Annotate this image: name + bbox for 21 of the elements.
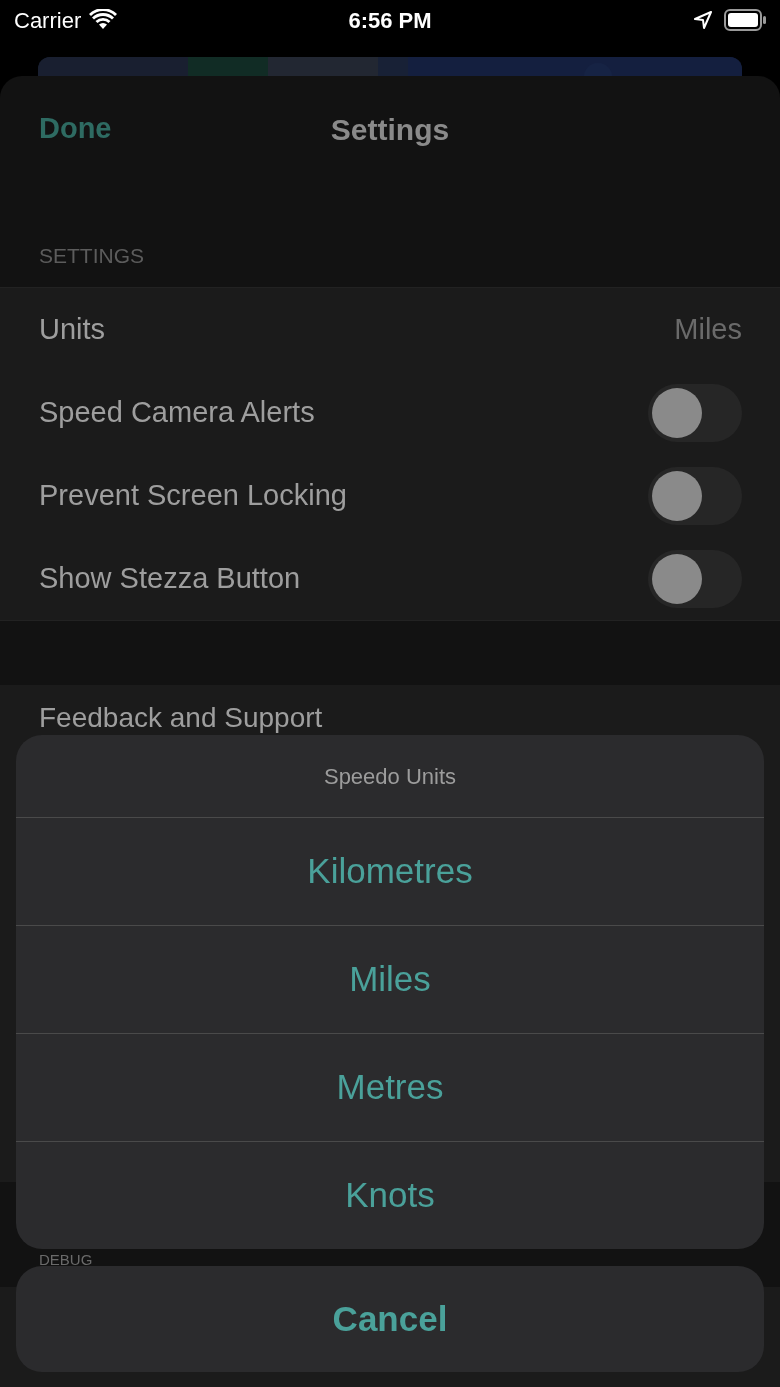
unit-option[interactable]: Metres — [16, 1033, 764, 1141]
done-button[interactable]: Done — [39, 107, 112, 151]
cancel-button[interactable]: Cancel — [16, 1266, 764, 1372]
row-label: Units — [39, 311, 106, 347]
section-header: DEBUG — [39, 1252, 93, 1267]
action-sheet-title: Speedo Units — [323, 762, 457, 791]
unit-option[interactable]: Miles — [16, 925, 764, 1033]
unit-option[interactable]: Knots — [16, 1141, 764, 1249]
row-label: Show Stezza Button — [39, 560, 301, 596]
clock-time: 6:56 PM — [348, 6, 432, 35]
row-label: Prevent Screen Locking — [39, 477, 347, 513]
location-arrow-icon — [694, 11, 712, 29]
row-label: Speed Camera Alerts — [39, 394, 315, 430]
wifi-icon — [89, 9, 118, 31]
sheet-title: Settings — [330, 111, 450, 148]
section-header: SETTINGS — [39, 242, 144, 269]
row-value: Miles — [674, 311, 742, 347]
row-label[interactable]: Feedback and Support — [39, 704, 780, 732]
unit-option[interactable]: Kilometres — [16, 817, 764, 925]
carrier-name: Carrier — [14, 6, 82, 35]
battery-icon — [724, 9, 766, 31]
